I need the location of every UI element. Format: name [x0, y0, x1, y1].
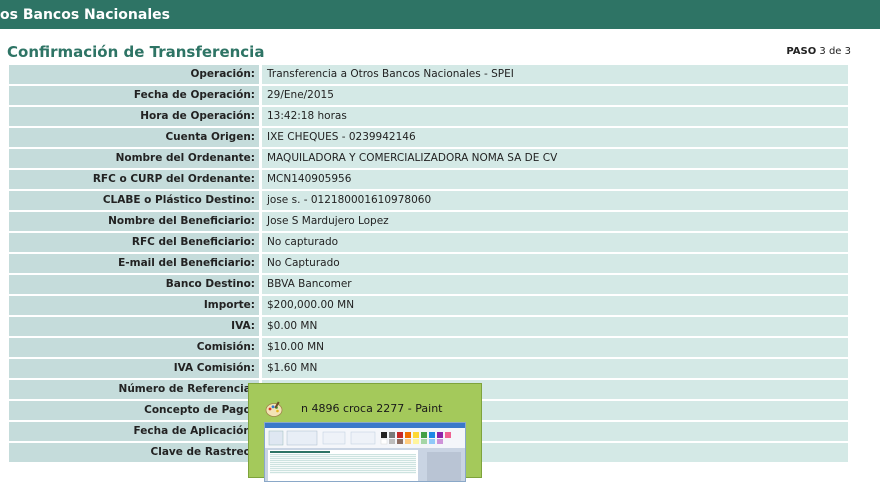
- field-label: Comisión:: [9, 338, 259, 357]
- field-label: Fecha de Operación:: [9, 86, 259, 105]
- step-indicator: PASO 3 de 3: [786, 46, 851, 57]
- field-value: No capturado: [262, 233, 848, 252]
- section-title: Confirmación de Transferencia: [7, 43, 265, 61]
- field-value: $10.00 MN: [262, 338, 848, 357]
- field-label: Fecha de Aplicación:: [9, 422, 259, 441]
- field-label: RFC del Beneficiario:: [9, 233, 259, 252]
- field-label: Nombre del Beneficiario:: [9, 212, 259, 231]
- table-row: Operación: Transferencia a Otros Bancos N…: [9, 65, 848, 84]
- step-text: 3 de 3: [819, 46, 851, 57]
- table-row: Banco Destino: BBVA Bancomer: [9, 275, 848, 294]
- field-label: Número de Referencia:: [9, 380, 259, 399]
- field-label: Banco Destino:: [9, 275, 259, 294]
- table-row: Importe: $200,000.00 MN: [9, 296, 848, 315]
- field-value: MAQUILADORA Y COMERCIALIZADORA NOMA SA D…: [262, 149, 848, 168]
- table-row: Hora de Operación: 13:42:18 horas: [9, 107, 848, 126]
- field-label: CLABE o Plástico Destino:: [9, 191, 259, 210]
- table-row: Fecha de Operación: 29/Ene/2015: [9, 86, 848, 105]
- field-value: $1.60 MN: [262, 359, 848, 378]
- field-value: Transferencia a Otros Bancos Nacionales …: [262, 65, 848, 84]
- field-value: IXE CHEQUES - 0239942146: [262, 128, 848, 147]
- table-row: Nombre del Ordenante: MAQUILADORA Y COMER…: [9, 149, 848, 168]
- page-header: os Bancos Nacionales: [0, 0, 880, 29]
- table-row: RFC o CURP del Ordenante: MCN140905956: [9, 170, 848, 189]
- table-row: Cuenta Origen: IXE CHEQUES - 0239942146: [9, 128, 848, 147]
- field-label: Cuenta Origen:: [9, 128, 259, 147]
- page-header-title: os Bancos Nacionales: [0, 7, 170, 23]
- field-label: Nombre del Ordenante:: [9, 149, 259, 168]
- field-value: $0.00 MN: [262, 317, 848, 336]
- field-value: No Capturado: [262, 254, 848, 273]
- field-label: IVA Comisión:: [9, 359, 259, 378]
- table-row: Nombre del Beneficiario: Jose S Mardujero…: [9, 212, 848, 231]
- field-value: 29/Ene/2015: [262, 86, 848, 105]
- preview-thumbnail: [264, 422, 466, 482]
- field-value: 13:42:18 horas: [262, 107, 848, 126]
- field-label: RFC o CURP del Ordenante:: [9, 170, 259, 189]
- field-value: MCN140905956: [262, 170, 848, 189]
- field-label: Operación:: [9, 65, 259, 84]
- field-value: BBVA Bancomer: [262, 275, 848, 294]
- table-row: E-mail del Beneficiario: No Capturado: [9, 254, 848, 273]
- field-label: E-mail del Beneficiario:: [9, 254, 259, 273]
- step-label: PASO: [786, 46, 817, 57]
- preview-window-title: n 4896 croca 2277 - Paint: [301, 402, 443, 415]
- field-value: Jose S Mardujero Lopez: [262, 212, 848, 231]
- field-label: Importe:: [9, 296, 259, 315]
- field-label: Hora de Operación:: [9, 107, 259, 126]
- table-row: CLABE o Plástico Destino: jose s. - 01218…: [9, 191, 848, 210]
- table-row: IVA: $0.00 MN: [9, 317, 848, 336]
- field-label: IVA:: [9, 317, 259, 336]
- table-row: IVA Comisión: $1.60 MN: [9, 359, 848, 378]
- table-row: RFC del Beneficiario: No capturado: [9, 233, 848, 252]
- taskbar-thumbnail-preview[interactable]: n 4896 croca 2277 - Paint: [248, 383, 482, 482]
- field-value: $200,000.00 MN: [262, 296, 848, 315]
- field-value: jose s. - 012180001610978060: [262, 191, 848, 210]
- table-row: Comisión: $10.00 MN: [9, 338, 848, 357]
- field-label: Concepto de Pago:: [9, 401, 259, 420]
- field-label: Clave de Rastreo:: [9, 443, 259, 462]
- paint-palette-icon: [265, 401, 283, 417]
